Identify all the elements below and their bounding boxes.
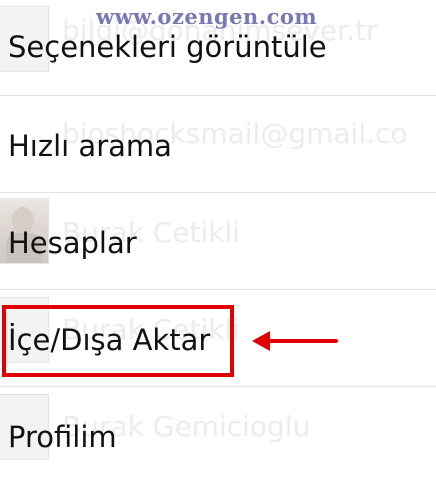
highlight-box [2,305,234,377]
menu-item-label: Hesaplar [8,226,137,260]
menu-item-accounts[interactable]: Hesaplar [0,194,436,290]
watermark-text: www.ozengen.com [96,4,318,29]
menu-item-label: Seçenekleri görüntüle [8,30,327,64]
left-arrow-icon [252,331,338,351]
contacts-screen: bilgi@donanimsever.tr bioshocksmail@gmai… [0,0,436,482]
menu-item-speed-dial[interactable]: Hızlı arama [0,97,436,193]
menu-item-profile[interactable]: Profilim [0,388,436,482]
menu-item-label: Hızlı arama [8,129,172,163]
menu-item-label: Profilim [8,420,117,454]
